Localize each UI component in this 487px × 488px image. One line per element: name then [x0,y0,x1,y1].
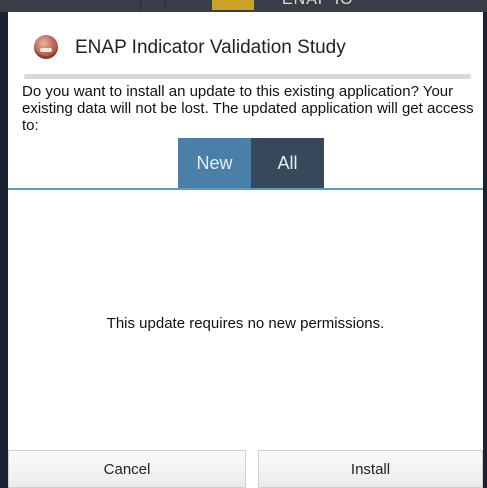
background-right-edge [483,12,487,488]
install-button-label: Install [350,460,391,478]
install-update-dialog: ENAP Indicator Validation Study Do you w… [8,12,483,488]
tab-all-label: All [277,153,298,173]
dialog-title: ENAP Indicator Validation Study [75,37,346,58]
tab-all[interactable]: All [251,138,324,189]
install-button[interactable]: Install [258,450,483,488]
background-cell [140,0,161,12]
dialog-buttons: Cancel Install [8,450,483,488]
permissions-message: This update requires no new permissions. [106,315,385,332]
background-left-edge [0,12,8,488]
app-icon [34,35,58,59]
dialog-title-row: ENAP Indicator Validation Study [8,12,483,74]
title-divider [24,74,471,79]
cancel-button[interactable]: Cancel [8,450,246,488]
background-yellow-block [212,0,254,10]
tab-new-label: New [196,153,233,173]
cancel-button-label: Cancel [103,460,151,478]
background-cell [165,0,206,12]
background-app-strip: ENAP IO [0,0,487,12]
tab-new[interactable]: New [178,138,251,189]
permission-tabs: New All [178,138,324,189]
update-message: Do you want to install an update to this… [22,83,474,134]
tab-divider [8,188,483,190]
background-text: ENAP IO [282,0,354,9]
